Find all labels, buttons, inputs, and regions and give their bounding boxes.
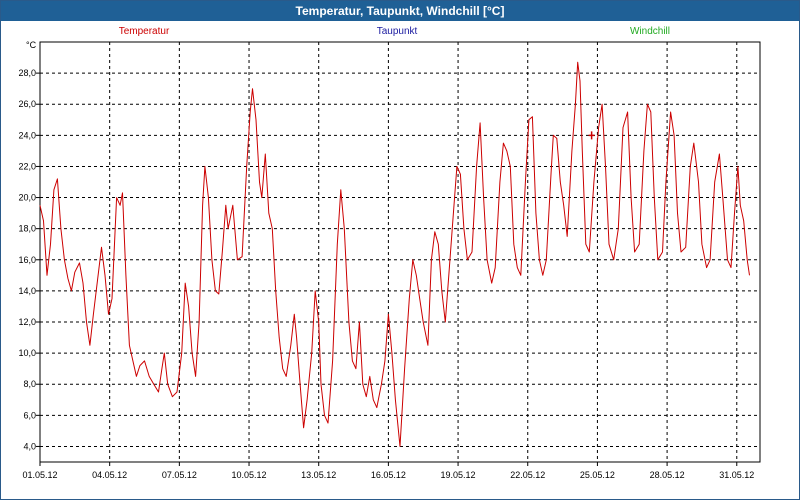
- x-tick-label: 28.05.12: [650, 470, 685, 480]
- x-tick-label: 25.05.12: [580, 470, 615, 480]
- y-tick-label: 16,0: [18, 255, 36, 265]
- y-tick-label: 28,0: [18, 68, 36, 78]
- legend-item: Windchill: [630, 26, 670, 37]
- y-tick-label: 8,0: [23, 379, 36, 389]
- y-tick-label: 10,0: [18, 348, 36, 358]
- x-tick-label: 22.05.12: [510, 470, 545, 480]
- x-tick-label: 04.05.12: [92, 470, 127, 480]
- temperature-chart: 4,0 6,0 8,0 10,0 12,0 14,0 16,0 18,0 20,0 22,0 24,…: [18, 26, 761, 480]
- x-tick-label: 16.05.12: [371, 470, 406, 480]
- legend-item: Taupunkt: [377, 26, 418, 37]
- y-tick-label: 18,0: [18, 224, 36, 234]
- y-tick-label: 22,0: [18, 161, 36, 171]
- y-tick-label: 4,0: [23, 441, 36, 451]
- x-axis-ticks: 01.05.12 04.05.12 07.05.12 10.05.12 13.05.12…: [22, 462, 754, 480]
- y-tick-label: 12,0: [18, 317, 36, 327]
- y-tick-label: 14,0: [18, 286, 36, 296]
- x-tick-label: 13.05.12: [301, 470, 336, 480]
- y-axis-unit: °C: [26, 40, 37, 50]
- legend: Temperatur Taupunkt Windchill: [119, 26, 670, 37]
- y-tick-label: 6,0: [23, 410, 36, 420]
- x-tick-label: 01.05.12: [22, 470, 57, 480]
- y-tick-label: 20,0: [18, 193, 36, 203]
- x-tick-label: 19.05.12: [441, 470, 476, 480]
- plot-area: [39, 41, 761, 463]
- y-tick-label: 24,0: [18, 130, 36, 140]
- y-tick-label: 26,0: [18, 99, 36, 109]
- y-axis-ticks: 4,0 6,0 8,0 10,0 12,0 14,0 16,0 18,0 20,0 22,0 24,…: [18, 68, 40, 451]
- x-tick-label: 07.05.12: [162, 470, 197, 480]
- x-tick-label: 31.05.12: [719, 470, 754, 480]
- x-tick-label: 10.05.12: [232, 470, 267, 480]
- legend-item: Temperatur: [119, 26, 170, 37]
